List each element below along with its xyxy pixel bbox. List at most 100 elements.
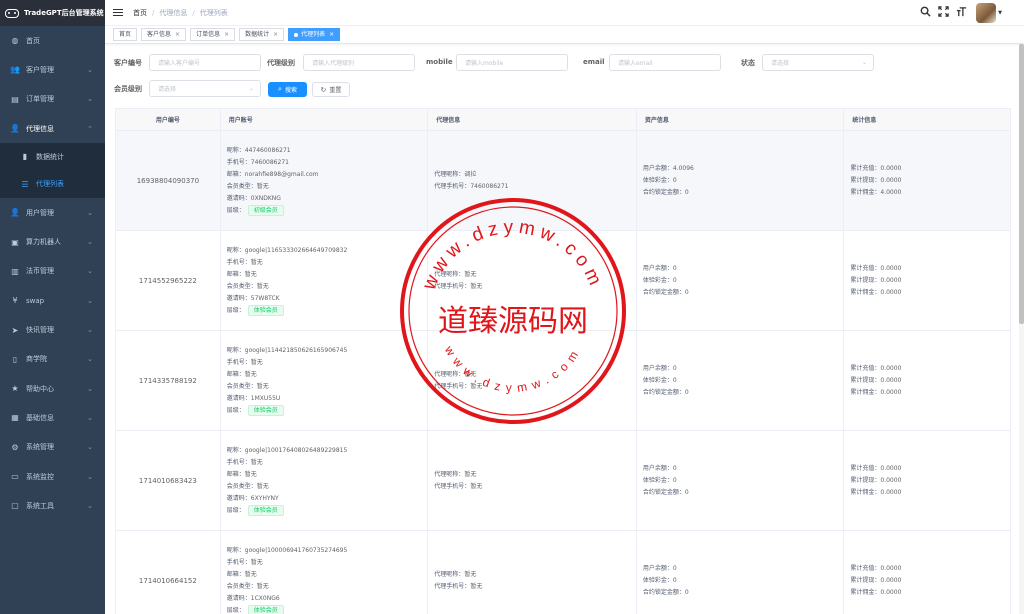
- sidebar: TradeGPT后台管理系统 ◍ 首页 👥 客户管理 ⌄ ▤ 订单管理 ⌄ 👤 代理信息 ⌃ ▮ 数据统…: [0, 0, 105, 614]
- agent-table: 用户编号 用户账号 代理信息 资产信息 统计信息 16938804090370 昵…: [115, 108, 1011, 614]
- logo-icon: [5, 8, 19, 18]
- user-account-cell: 昵称：google|116533302664649709832 手机号：暂无 邮箱：…: [221, 231, 429, 330]
- col-user-id: 用户编号: [116, 109, 221, 130]
- sidebar-item-5[interactable]: ▣ 算力机器人 ⌄: [0, 227, 105, 256]
- col-user-account: 用户账号: [221, 109, 429, 130]
- table-row[interactable]: 1714010683423 昵称：google|10017640802648922…: [116, 431, 1010, 531]
- breadcrumb-home[interactable]: 首页: [133, 8, 147, 18]
- sidebar-item-label: 系统工具: [26, 501, 54, 510]
- email-label: email: [583, 58, 605, 66]
- font-size-icon[interactable]: [952, 6, 970, 20]
- avatar[interactable]: [976, 3, 997, 23]
- agent-info-cell: 代理昵称：暂无 代理手机号：暂无: [428, 231, 637, 330]
- fiat-icon: ▥: [11, 266, 19, 276]
- user-account-cell: 昵称：google|114421850626165906745 手机号：暂无 邮箱：…: [221, 331, 429, 430]
- agent-info-cell: 代理昵称：暂无 代理手机号：暂无: [428, 331, 637, 430]
- stats-info-cell: 累计充值：0.0000 累计提现：0.0000 累计佣金：0.0000: [850, 464, 902, 496]
- status-select[interactable]: 请选择 ⌄: [762, 54, 874, 71]
- chevron-down-icon: ⌄: [87, 238, 93, 247]
- sidebar-item-1[interactable]: 👥 客户管理 ⌄: [0, 55, 105, 84]
- stats-info-cell: 累计充值：0.0000 累计提现：0.0000 累计佣金：4.0000: [850, 164, 902, 196]
- sidebar-item-label: 系统监控: [26, 472, 54, 481]
- chevron-down-icon[interactable]: ▼: [998, 10, 1002, 16]
- sidebar-item-6[interactable]: ▥ 法币管理 ⌄: [0, 257, 105, 286]
- asset-info-cell: 用户余额：0 体验彩金：0 合约锁定金额：0: [637, 331, 845, 430]
- users-icon: 👥: [10, 65, 20, 75]
- chevron-down-icon: ⌄: [87, 95, 93, 104]
- sidebar-item-label: 快讯管理: [26, 326, 54, 335]
- fullscreen-icon[interactable]: [934, 6, 952, 20]
- sidebar-item-label: 算力机器人: [26, 238, 61, 247]
- monitor-icon: ▭: [11, 472, 19, 481]
- yen-icon: ¥: [12, 296, 18, 306]
- customer-no-input[interactable]: 请输入客户编号: [149, 54, 261, 71]
- user-id-cell: 1714552965222: [116, 231, 221, 330]
- table-row[interactable]: 1714335788192 昵称：google|11442185062616590…: [116, 331, 1010, 431]
- sidebar-item-13[interactable]: ▭ 系统监控 ⌄: [0, 462, 105, 491]
- breadcrumb-agent-list: 代理列表: [199, 8, 228, 17]
- customer-no-label: 客户编号: [114, 59, 142, 67]
- table-row[interactable]: 1714010664152 昵称：google|10000694176073527…: [116, 531, 1010, 614]
- breadcrumb-agent-info: 代理信息: [159, 8, 188, 17]
- refresh-icon: ↻: [320, 85, 327, 94]
- sidebar-item-0[interactable]: ◍ 首页: [0, 26, 105, 55]
- stats-info-cell: 累计充值：0.0000 累计提现：0.0000 累计佣金：0.0000: [850, 564, 902, 596]
- sidebar-item-3[interactable]: 👤 代理信息 ⌃: [0, 114, 105, 143]
- hamburger-icon[interactable]: [113, 7, 123, 19]
- sidebar-subitem-0[interactable]: ▮ 数据统计: [0, 143, 105, 171]
- sidebar-item-4[interactable]: 👤 用户管理 ⌄: [0, 198, 105, 227]
- close-icon[interactable]: ×: [175, 29, 180, 40]
- tab-2[interactable]: 订单信息 ×: [190, 28, 236, 41]
- sidebar-item-11[interactable]: ▦ 基础信息 ⌄: [0, 403, 105, 432]
- mobile-input[interactable]: 请输入mobile: [456, 54, 568, 71]
- tab-0[interactable]: 首页: [113, 28, 138, 41]
- navbar: 首页 / 代理信息 / 代理列表 ▼: [105, 0, 1024, 26]
- star-icon: ★: [11, 384, 19, 394]
- agent-level-input[interactable]: 请输入代理级别: [303, 54, 415, 71]
- sidebar-item-label: 用户管理: [26, 208, 54, 217]
- tab-3[interactable]: 数据统计 ×: [239, 28, 285, 41]
- chevron-down-icon: ⌄: [87, 472, 93, 481]
- sidebar-item-10[interactable]: ★ 帮助中心 ⌄: [0, 374, 105, 403]
- sidebar-item-7[interactable]: ¥ swap ⌄: [0, 286, 105, 315]
- tab-4[interactable]: 代理列表 ×: [288, 28, 341, 41]
- close-icon[interactable]: ×: [329, 29, 334, 40]
- user-id-cell: 1714010664152: [116, 531, 221, 614]
- table-body: 16938804090370 昵称：447460086271 手机号：7460086…: [116, 131, 1010, 614]
- scrollbar-thumb[interactable]: [1019, 44, 1024, 324]
- sidebar-item-8[interactable]: ➤ 快讯管理 ⌄: [0, 315, 105, 344]
- tab-1[interactable]: 客户信息 ×: [141, 28, 187, 41]
- member-level-badge: 初级会员: [247, 204, 284, 216]
- sidebar-item-label: 系统管理: [26, 443, 54, 452]
- reset-button[interactable]: ↻ 重置: [312, 82, 350, 97]
- agent-icon: 👤: [10, 124, 20, 134]
- sidebar-item-14[interactable]: ▢ 系统工具 ⌄: [0, 491, 105, 520]
- sidebar-item-9[interactable]: ▯ 商学院 ⌄: [0, 345, 105, 374]
- search-icon[interactable]: [916, 6, 934, 20]
- asset-info-cell: 用户余额：4.0096 体验彩金：0 合约锁定金额：0: [637, 131, 845, 230]
- table-row[interactable]: 1714552965222 昵称：google|11653330266464970…: [116, 231, 1010, 331]
- sidebar-item-12[interactable]: ⚙ 系统管理 ⌄: [0, 433, 105, 462]
- asset-info-cell: 用户余额：0 体验彩金：0 合约锁定金额：0: [637, 231, 845, 330]
- sidebar-subitem-1[interactable]: ☰ 代理列表: [0, 171, 105, 199]
- email-input[interactable]: 请输入email: [609, 54, 721, 71]
- user-account-cell: 昵称：google|100176408026489229815 手机号：暂无 邮箱：…: [221, 431, 429, 530]
- agent-info-cell: 代理昵称：调拉 代理手机号：7460086271: [428, 131, 637, 230]
- close-icon[interactable]: ×: [273, 29, 278, 40]
- member-level-select[interactable]: 请选择 ⌄: [149, 80, 261, 97]
- table-row[interactable]: 16938804090370 昵称：447460086271 手机号：7460086…: [116, 131, 1010, 231]
- chevron-down-icon: ⌄: [861, 59, 867, 66]
- sidebar-item-label: 商学院: [26, 355, 47, 364]
- close-icon[interactable]: ×: [224, 29, 229, 40]
- asset-info-cell: 用户余额：0 体验彩金：0 合约锁定金额：0: [637, 431, 845, 530]
- user-id-cell: 1714335788192: [116, 331, 221, 430]
- sidebar-subitem-label: 代理列表: [36, 180, 64, 189]
- sidebar-item-2[interactable]: ▤ 订单管理 ⌄: [0, 85, 105, 114]
- user-id-cell: 16938804090370: [116, 131, 221, 230]
- member-level-badge: 体验会员: [247, 504, 284, 516]
- user-id-cell: 1714010683423: [116, 431, 221, 530]
- app-title: TradeGPT后台管理系统: [24, 9, 104, 17]
- chevron-down-icon: ⌄: [87, 326, 93, 335]
- search-button[interactable]: ⌕ 搜索: [268, 82, 307, 97]
- logo[interactable]: TradeGPT后台管理系统: [0, 0, 105, 26]
